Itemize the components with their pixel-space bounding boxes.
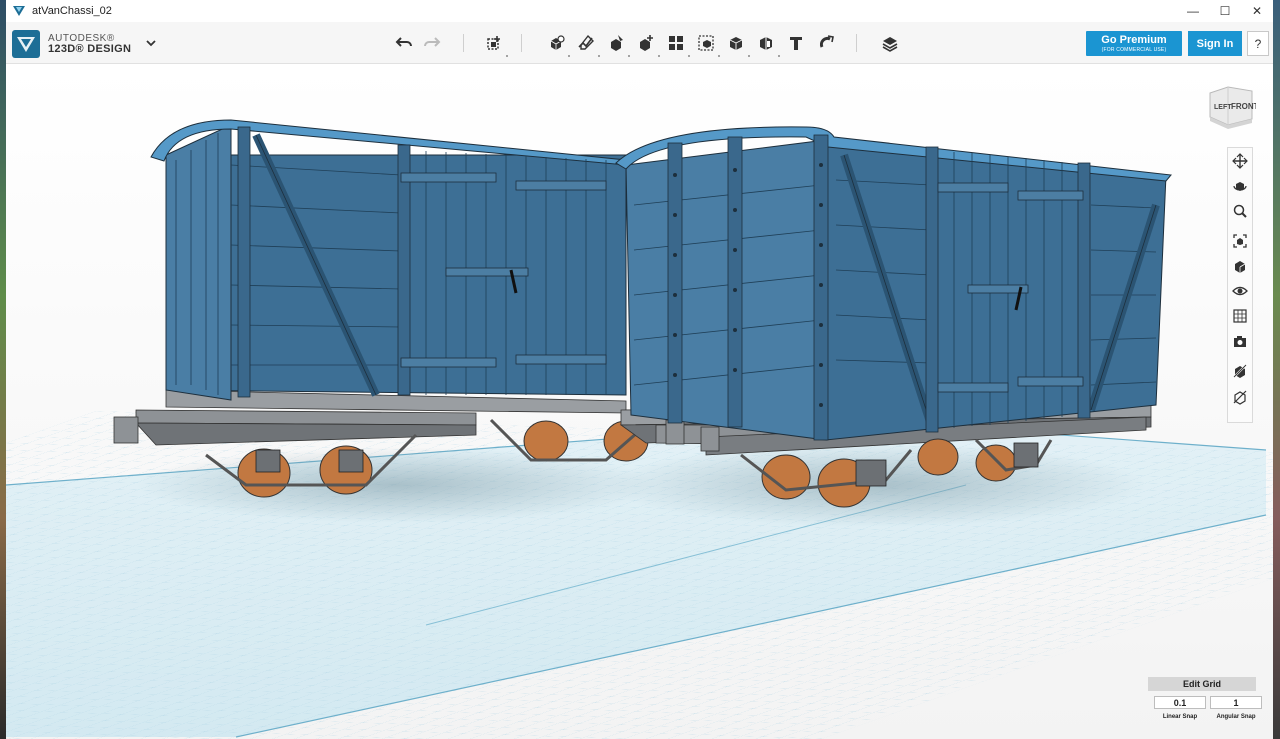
- desktop-strip-right: [1273, 0, 1280, 739]
- snap-icon[interactable]: [814, 31, 838, 55]
- viewcube-front-label: FRONT: [1231, 102, 1256, 111]
- logo-icon: [12, 30, 40, 58]
- pan-icon[interactable]: [1231, 152, 1249, 170]
- hide-icon[interactable]: [1231, 362, 1249, 380]
- go-premium-sublabel: (FOR COMMERCIAL USE): [1101, 47, 1167, 53]
- linear-snap-label: Linear Snap: [1162, 714, 1198, 720]
- sketch-icon[interactable]: [574, 31, 600, 57]
- scene-canvas[interactable]: [6, 65, 1273, 739]
- grid-panel: Edit Grid 0.1 1 Linear Snap Angular Snap: [1146, 677, 1262, 727]
- toolbar-separator: [521, 34, 522, 52]
- app-icon: [13, 6, 25, 16]
- go-premium-label: Go Premium: [1101, 34, 1167, 46]
- material-icon[interactable]: [878, 31, 902, 55]
- title-bar: atVanChassi_02 — ☐ ✕: [6, 0, 1273, 22]
- close-button[interactable]: ✕: [1241, 0, 1273, 22]
- redo-icon[interactable]: [420, 31, 444, 55]
- view-cube[interactable]: LEFT FRONT: [1206, 83, 1259, 129]
- view-mode-icon[interactable]: [1231, 257, 1249, 275]
- camera-icon[interactable]: [1231, 332, 1249, 350]
- maximize-button[interactable]: ☐: [1209, 0, 1241, 22]
- chevron-down-icon[interactable]: [144, 36, 158, 50]
- construct-icon[interactable]: [604, 31, 630, 57]
- main-toolbar: AUTODESK® 123D® DESIGN Go Premium (FOR C…: [6, 22, 1273, 64]
- edit-grid-button[interactable]: Edit Grid: [1148, 677, 1256, 691]
- linear-snap-field[interactable]: 0.1: [1154, 696, 1206, 709]
- grouping-icon[interactable]: [694, 31, 720, 57]
- fit-icon[interactable]: [1231, 232, 1249, 250]
- text-icon[interactable]: [784, 31, 808, 55]
- wagon-shadow: [136, 447, 656, 523]
- modify-icon[interactable]: [634, 31, 660, 57]
- angular-snap-label: Angular Snap: [1216, 714, 1256, 720]
- show-all-icon[interactable]: [1231, 388, 1249, 406]
- angular-snap-field[interactable]: 1: [1210, 696, 1262, 709]
- app-logo[interactable]: AUTODESK® 123D® DESIGN: [12, 29, 131, 59]
- navigation-bar: [1227, 147, 1253, 423]
- visibility-icon[interactable]: [1231, 282, 1249, 300]
- 3d-viewport[interactable]: LEFT FRONT Edit Grid 0.1 1 Linear Snap A…: [6, 65, 1273, 739]
- logo-product: 123D® DESIGN: [48, 43, 132, 55]
- undo-icon[interactable]: [392, 31, 416, 55]
- pattern-icon[interactable]: [664, 31, 690, 57]
- toolbar-separator: [463, 34, 464, 52]
- viewcube-left-label: LEFT: [1214, 104, 1232, 111]
- toolbar-separator: [856, 34, 857, 52]
- measure-icon[interactable]: [754, 31, 780, 57]
- go-premium-button[interactable]: Go Premium (FOR COMMERCIAL USE): [1086, 31, 1182, 56]
- window-title: atVanChassi_02: [32, 5, 112, 17]
- combine-icon[interactable]: [724, 31, 750, 57]
- sign-in-button[interactable]: Sign In: [1188, 31, 1242, 56]
- orbit-icon[interactable]: [1231, 177, 1249, 195]
- transform-icon[interactable]: [482, 31, 508, 57]
- primitives-icon[interactable]: [544, 31, 570, 57]
- help-button[interactable]: ?: [1247, 31, 1269, 56]
- material-render-icon[interactable]: [1231, 307, 1249, 325]
- app-window: atVanChassi_02 — ☐ ✕ AUTODESK® 123D® DES…: [6, 0, 1273, 739]
- zoom-icon[interactable]: [1231, 202, 1249, 220]
- minimize-button[interactable]: —: [1177, 0, 1209, 22]
